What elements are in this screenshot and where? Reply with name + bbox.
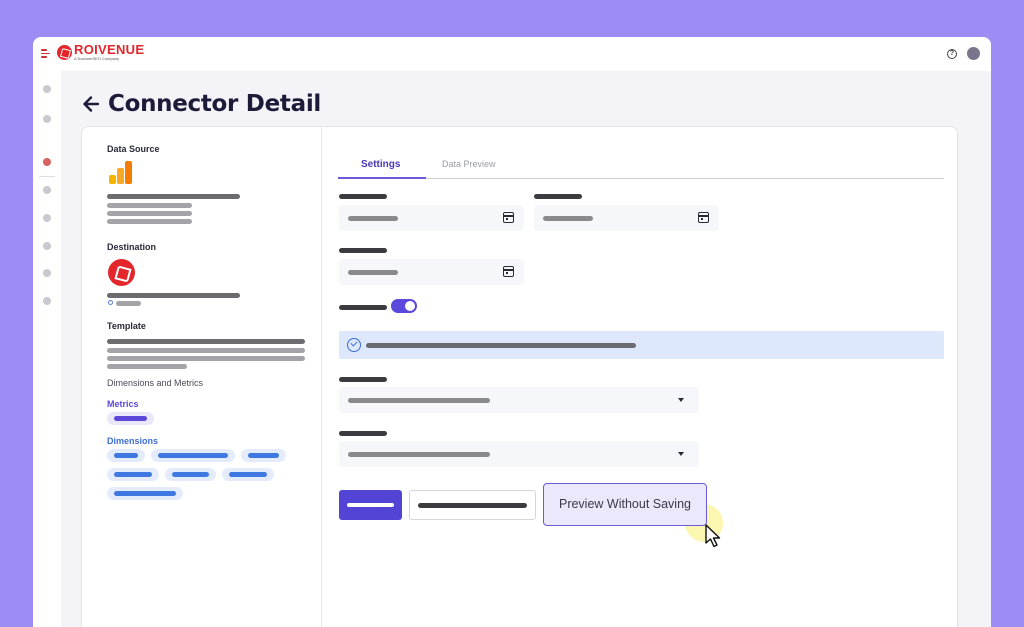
sidebar <box>33 71 61 627</box>
calendar-icon[interactable] <box>698 212 709 223</box>
preview-without-saving-button[interactable]: Preview Without Saving <box>543 483 707 526</box>
template-label: Template <box>107 321 146 331</box>
field-label <box>339 194 387 199</box>
main-content: Connector Detail Data Source Destination <box>61 71 991 627</box>
dropdown-select[interactable] <box>339 387 699 413</box>
placeholder-line <box>107 364 187 369</box>
toggle-label <box>339 305 387 310</box>
sidebar-item-7[interactable] <box>43 297 51 305</box>
page-header: Connector Detail <box>81 91 321 117</box>
dimensions-metrics-label: Dimensions and Metrics <box>107 378 204 388</box>
tab-settings[interactable]: Settings <box>361 159 400 170</box>
arrow-left-icon[interactable] <box>81 94 101 114</box>
placeholder-line <box>107 203 192 208</box>
dimension-chip[interactable] <box>222 468 274 481</box>
calendar-icon[interactable] <box>503 266 514 277</box>
dimension-chip[interactable] <box>165 468 216 481</box>
calendar-icon[interactable] <box>503 212 514 223</box>
dropdown-select[interactable] <box>339 441 699 467</box>
tab-data-preview[interactable]: Data Preview <box>442 159 496 169</box>
dimension-chip[interactable] <box>241 449 286 462</box>
date-field[interactable] <box>339 259 524 285</box>
metrics-label: Metrics <box>107 399 139 409</box>
connector-card: Data Source Destination Template Dimensi… <box>81 126 958 627</box>
page-title: Connector Detail <box>108 91 321 117</box>
placeholder-line <box>107 293 240 298</box>
menu-icon[interactable] <box>41 49 51 58</box>
placeholder-line <box>116 301 141 306</box>
destination-label: Destination <box>107 242 157 252</box>
metric-chip[interactable] <box>107 412 154 425</box>
dimensions-label: Dimensions <box>107 436 159 446</box>
brand-subtitle: A ScannerSEO Company <box>74 56 120 61</box>
date-field[interactable] <box>339 205 524 231</box>
tab-bar: Settings Data Preview <box>338 155 944 179</box>
placeholder-line <box>107 219 192 224</box>
save-button[interactable] <box>339 490 402 520</box>
sidebar-item-1[interactable] <box>43 85 51 93</box>
dimension-chip[interactable] <box>107 487 183 500</box>
info-banner <box>339 331 944 359</box>
google-analytics-icon <box>109 161 132 184</box>
app-window: ROIVENUE A ScannerSEO Company ? Connecto… <box>33 37 991 627</box>
placeholder-line <box>107 348 305 353</box>
dimension-chip[interactable] <box>107 449 145 462</box>
avatar[interactable] <box>967 47 980 60</box>
top-bar: ROIVENUE A ScannerSEO Company ? <box>33 37 991 71</box>
field-label <box>339 377 387 382</box>
sidebar-item-5[interactable] <box>43 242 51 250</box>
caret-down-icon <box>678 452 684 456</box>
sidebar-item-6[interactable] <box>43 269 51 277</box>
caret-down-icon <box>678 398 684 402</box>
sidebar-item-2[interactable] <box>43 115 51 123</box>
info-dot-icon <box>108 300 113 305</box>
check-circle-icon <box>347 338 361 352</box>
roivenue-logo-icon <box>108 259 135 286</box>
field-label <box>339 248 387 253</box>
sidebar-divider <box>39 176 55 177</box>
placeholder-line <box>107 339 305 344</box>
connector-summary-panel: Data Source Destination Template Dimensi… <box>82 127 322 627</box>
help-icon[interactable]: ? <box>947 49 957 59</box>
sidebar-item-4[interactable] <box>43 214 51 222</box>
roivenue-logo-icon <box>57 45 72 60</box>
dimension-chip[interactable] <box>107 468 159 481</box>
data-source-label: Data Source <box>107 144 160 154</box>
field-label <box>534 194 582 199</box>
dimension-chip[interactable] <box>151 449 235 462</box>
placeholder-line <box>107 211 192 216</box>
secondary-button[interactable] <box>409 490 536 520</box>
sidebar-item-3[interactable] <box>43 186 51 194</box>
date-field[interactable] <box>534 205 719 231</box>
placeholder-line <box>107 356 305 361</box>
mouse-pointer-icon <box>705 524 721 548</box>
brand-logo[interactable]: ROIVENUE A ScannerSEO Company <box>57 42 145 61</box>
active-tab-indicator <box>338 177 426 179</box>
sidebar-item-active[interactable] <box>43 158 51 166</box>
settings-toggle[interactable] <box>391 299 417 313</box>
field-label <box>339 431 387 436</box>
brand-name: ROIVENUE <box>74 42 145 57</box>
placeholder-line <box>107 194 240 199</box>
